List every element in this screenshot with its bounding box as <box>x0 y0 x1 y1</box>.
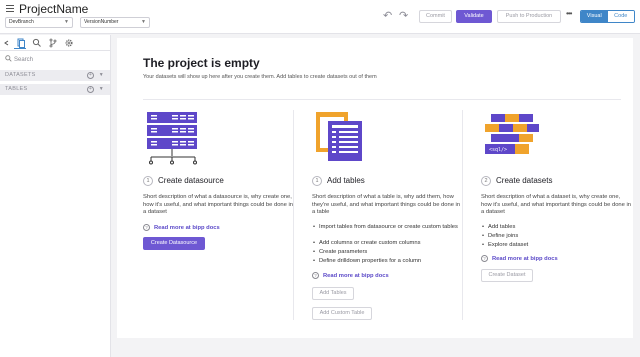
step-title: Create datasets <box>496 176 553 185</box>
add-icon[interactable]: + <box>87 86 94 93</box>
chevron-down-icon[interactable]: ▼ <box>99 70 104 81</box>
version-value: VersionNumber <box>84 19 119 25</box>
files-icon[interactable] <box>16 38 26 48</box>
create-datasource-column: 1 Create datasource Short description of … <box>143 108 298 323</box>
step-title: Add tables <box>327 176 365 185</box>
add-tables-heading: 1 Add tables <box>312 176 365 186</box>
create-datasource-button[interactable]: Create Datasource <box>143 237 205 250</box>
datasource-server-illustration <box>147 112 197 165</box>
datasets-section[interactable]: DATASETS + ▼ <box>0 70 110 81</box>
tables-section-label: TABLES <box>5 86 28 92</box>
read-more-label: Read more at bipp docs <box>154 225 220 231</box>
view-toggle: Visual Code <box>580 10 635 23</box>
list-item: Define drilldown properties for a column <box>312 258 462 266</box>
search-placeholder: Search <box>14 57 34 63</box>
top-bar: ProjectName DevBranch ▼ VersionNumber ▼ … <box>0 0 640 34</box>
branch-value: DevBranch <box>9 19 34 25</box>
create-dataset-button[interactable]: Create Dataset <box>481 269 533 282</box>
list-item: Create parameters <box>312 249 462 257</box>
add-icon[interactable]: + <box>87 72 94 79</box>
project-title: ProjectName <box>19 2 89 16</box>
step-description: Short description of what a datasource i… <box>143 194 293 216</box>
step-number: 1 <box>143 176 153 186</box>
push-to-production-button[interactable]: Push to Production <box>497 10 561 23</box>
step-description: Short description of what a dataset is, … <box>481 194 631 216</box>
list-item: Add columns or create custom columns <box>312 240 462 248</box>
search-icon <box>5 55 12 62</box>
sidebar-tabs <box>0 35 111 50</box>
list-item: Import tables from datasource or create … <box>312 224 462 232</box>
read-more-link[interactable]: ? Read more at bipp docs <box>481 255 558 262</box>
code-toggle-button[interactable]: Code <box>607 11 634 22</box>
help-icon: ? <box>143 224 150 231</box>
read-more-label: Read more at bipp docs <box>323 273 389 279</box>
page-title: The project is empty <box>143 56 260 70</box>
add-custom-table-button[interactable]: Add Custom Table <box>312 307 372 320</box>
read-more-label: Read more at bipp docs <box>492 256 558 262</box>
tables-illustration <box>316 112 362 161</box>
list-item: Define joins <box>481 233 631 241</box>
tables-section[interactable]: TABLES + ▼ <box>0 84 110 95</box>
create-datasets-heading: 2 Create datasets <box>481 176 552 186</box>
menu-icon[interactable] <box>6 5 14 12</box>
redo-icon[interactable]: ↷ <box>399 9 408 22</box>
divider <box>0 50 110 51</box>
chevron-down-icon: ▼ <box>64 19 69 25</box>
version-select[interactable]: VersionNumber ▼ <box>80 17 150 28</box>
settings-icon[interactable] <box>64 38 74 48</box>
create-datasource-heading: 1 Create datasource <box>143 176 224 186</box>
help-icon: ? <box>481 255 488 262</box>
step-description: Short description of what a table is, wh… <box>312 194 461 216</box>
collapse-icon[interactable] <box>2 38 12 48</box>
list-item: Add tables <box>481 224 631 232</box>
more-options-icon[interactable]: ••• <box>566 9 572 18</box>
sql-label: <sql/> <box>489 147 507 153</box>
sidebar-search[interactable]: Search <box>5 55 33 63</box>
empty-state-card: The project is empty Your datasets will … <box>117 38 633 338</box>
sidebar: Search DATASETS + ▼ TABLES + ▼ <box>0 35 111 357</box>
list-item: Explore dataset <box>481 242 631 250</box>
create-datasets-column: <sql/> 2 Create datasets Short descriptio… <box>481 108 636 323</box>
datasets-blocks-illustration: <sql/> <box>485 114 539 154</box>
active-tab-indicator <box>14 48 26 49</box>
read-more-link[interactable]: ? Read more at bipp docs <box>143 224 220 231</box>
read-more-link[interactable]: ? Read more at bipp docs <box>312 272 389 279</box>
add-tables-column: 1 Add tables Short description of what a … <box>312 108 467 323</box>
step-number: 2 <box>481 176 491 186</box>
help-icon: ? <box>312 272 319 279</box>
page-subtitle: Your datasets will show up here after yo… <box>143 74 377 80</box>
step-title: Create datasource <box>158 176 224 185</box>
divider <box>143 99 621 100</box>
branch-icon[interactable] <box>48 38 58 48</box>
visual-toggle-button[interactable]: Visual <box>581 11 608 22</box>
validate-button[interactable]: Validate <box>456 10 492 23</box>
chevron-down-icon: ▼ <box>141 19 146 25</box>
commit-button[interactable]: Commit <box>419 10 452 23</box>
search-icon[interactable] <box>32 38 42 48</box>
step-number: 1 <box>312 176 322 186</box>
datasets-section-label: DATASETS <box>5 72 36 78</box>
branch-select[interactable]: DevBranch ▼ <box>5 17 73 28</box>
chevron-down-icon[interactable]: ▼ <box>99 84 104 95</box>
undo-icon[interactable]: ↶ <box>383 9 392 22</box>
add-tables-button[interactable]: Add Tables <box>312 287 354 300</box>
